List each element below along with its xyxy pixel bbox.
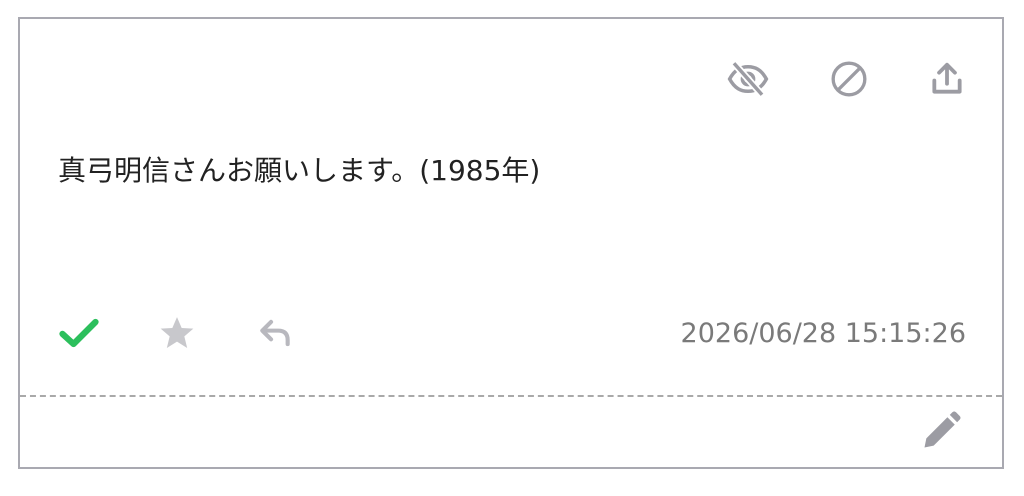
hide-button[interactable] — [726, 57, 770, 101]
message-timestamp: 2026/06/28 15:15:26 — [680, 318, 966, 349]
eye-off-icon — [727, 60, 769, 98]
star-button[interactable] — [155, 311, 199, 355]
message-text: 真弓明信さんお願いします。(1985年) — [58, 154, 541, 187]
check-icon — [59, 318, 99, 348]
check-button[interactable] — [57, 311, 101, 355]
star-icon — [160, 317, 194, 348]
block-icon — [831, 61, 867, 97]
divider — [20, 395, 1002, 397]
reply-icon — [260, 319, 290, 347]
upload-icon — [932, 62, 962, 94]
reply-button[interactable] — [253, 311, 297, 355]
message-card: 真弓明信さんお願いします。(1985年) 2026/06/28 15:15:26 — [18, 17, 1004, 469]
share-button[interactable] — [925, 57, 969, 101]
edit-button[interactable] — [919, 409, 963, 453]
block-button[interactable] — [827, 57, 871, 101]
pencil-icon — [924, 411, 961, 448]
